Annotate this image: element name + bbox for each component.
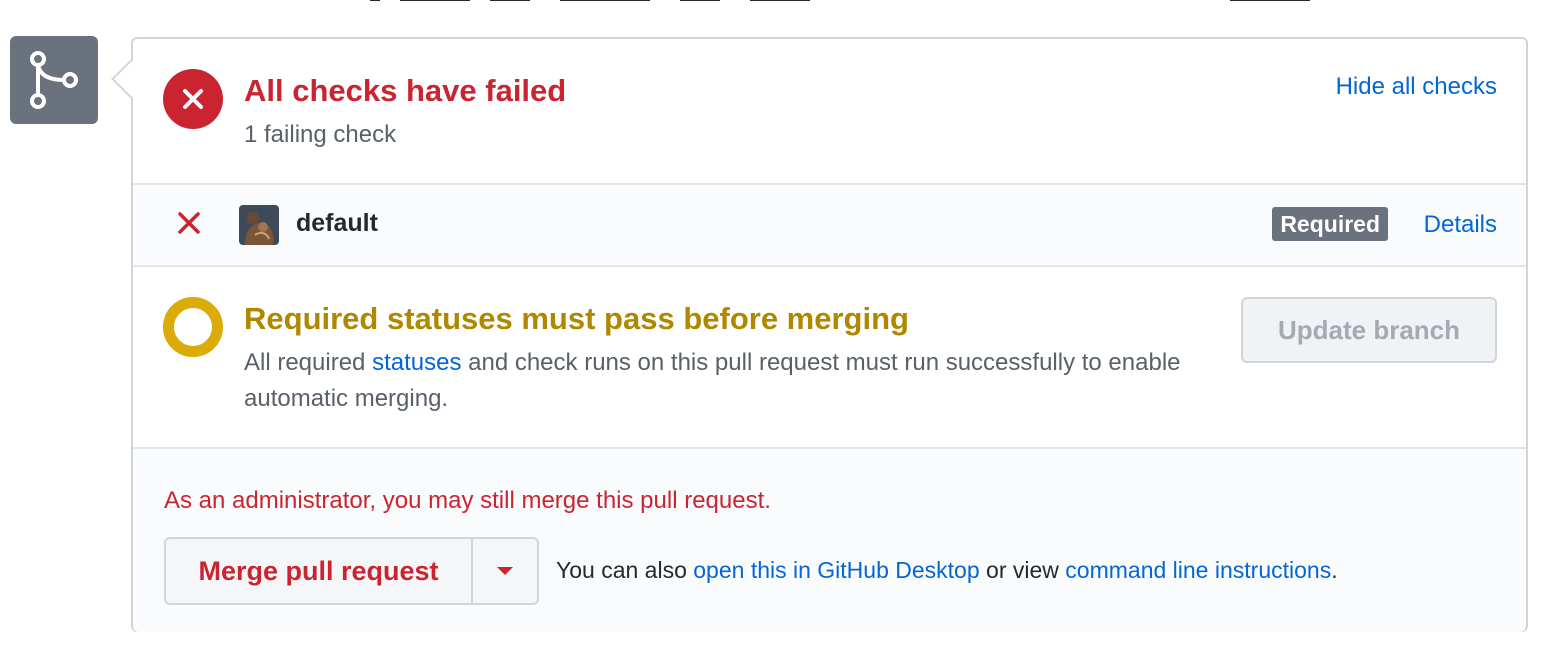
open-in-desktop-link[interactable]: open this in GitHub Desktop bbox=[693, 557, 979, 583]
merge-section: As an administrator, you may still merge… bbox=[133, 447, 1526, 632]
required-badge: Required bbox=[1272, 207, 1388, 241]
merge-button-group: Merge pull request bbox=[164, 537, 539, 605]
pending-circle-icon bbox=[163, 297, 223, 357]
admin-merge-note: As an administrator, you may still merge… bbox=[164, 487, 771, 514]
hide-all-checks-link[interactable]: Hide all checks bbox=[1336, 73, 1497, 101]
triangle-down-icon bbox=[497, 567, 513, 575]
command-line-instructions-link[interactable]: command line instructions bbox=[1065, 557, 1331, 583]
or-view-text: or view bbox=[979, 557, 1066, 583]
avatar bbox=[239, 205, 279, 245]
required-statuses-description: All required statuses and check runs on … bbox=[244, 345, 1224, 417]
required-statuses-title: Required statuses must pass before mergi… bbox=[244, 301, 909, 336]
period: . bbox=[1331, 557, 1338, 583]
checks-status-section: All checks have failed 1 failing check H… bbox=[133, 39, 1526, 183]
statuses-link[interactable]: statuses bbox=[372, 349, 461, 376]
clipped-text-fragment bbox=[370, 0, 1310, 1]
update-branch-button[interactable]: Update branch bbox=[1241, 297, 1497, 363]
merge-method-dropdown-button[interactable] bbox=[473, 539, 537, 603]
clipped-previous-content bbox=[0, 0, 1550, 6]
x-icon bbox=[178, 212, 200, 234]
checks-status-subtitle: 1 failing check bbox=[244, 121, 397, 148]
merge-box: All checks have failed 1 failing check H… bbox=[111, 37, 1528, 632]
checks-list: default Required Details bbox=[133, 183, 1526, 267]
check-name: default bbox=[296, 209, 378, 237]
x-circle-icon bbox=[163, 69, 223, 129]
required-statuses-section: Required statuses must pass before mergi… bbox=[133, 267, 1526, 447]
checks-status-title: All checks have failed bbox=[244, 73, 567, 108]
merge-pull-request-button[interactable]: Merge pull request bbox=[166, 539, 473, 603]
git-merge-icon bbox=[30, 51, 78, 109]
desc-text-before: All required bbox=[244, 349, 373, 376]
merge-status-badge bbox=[10, 36, 98, 124]
alternative-merge-options: You can also open this in GitHub Desktop… bbox=[556, 557, 1338, 584]
also-prefix: You can also bbox=[556, 557, 694, 583]
check-details-link[interactable]: Details bbox=[1424, 211, 1497, 239]
